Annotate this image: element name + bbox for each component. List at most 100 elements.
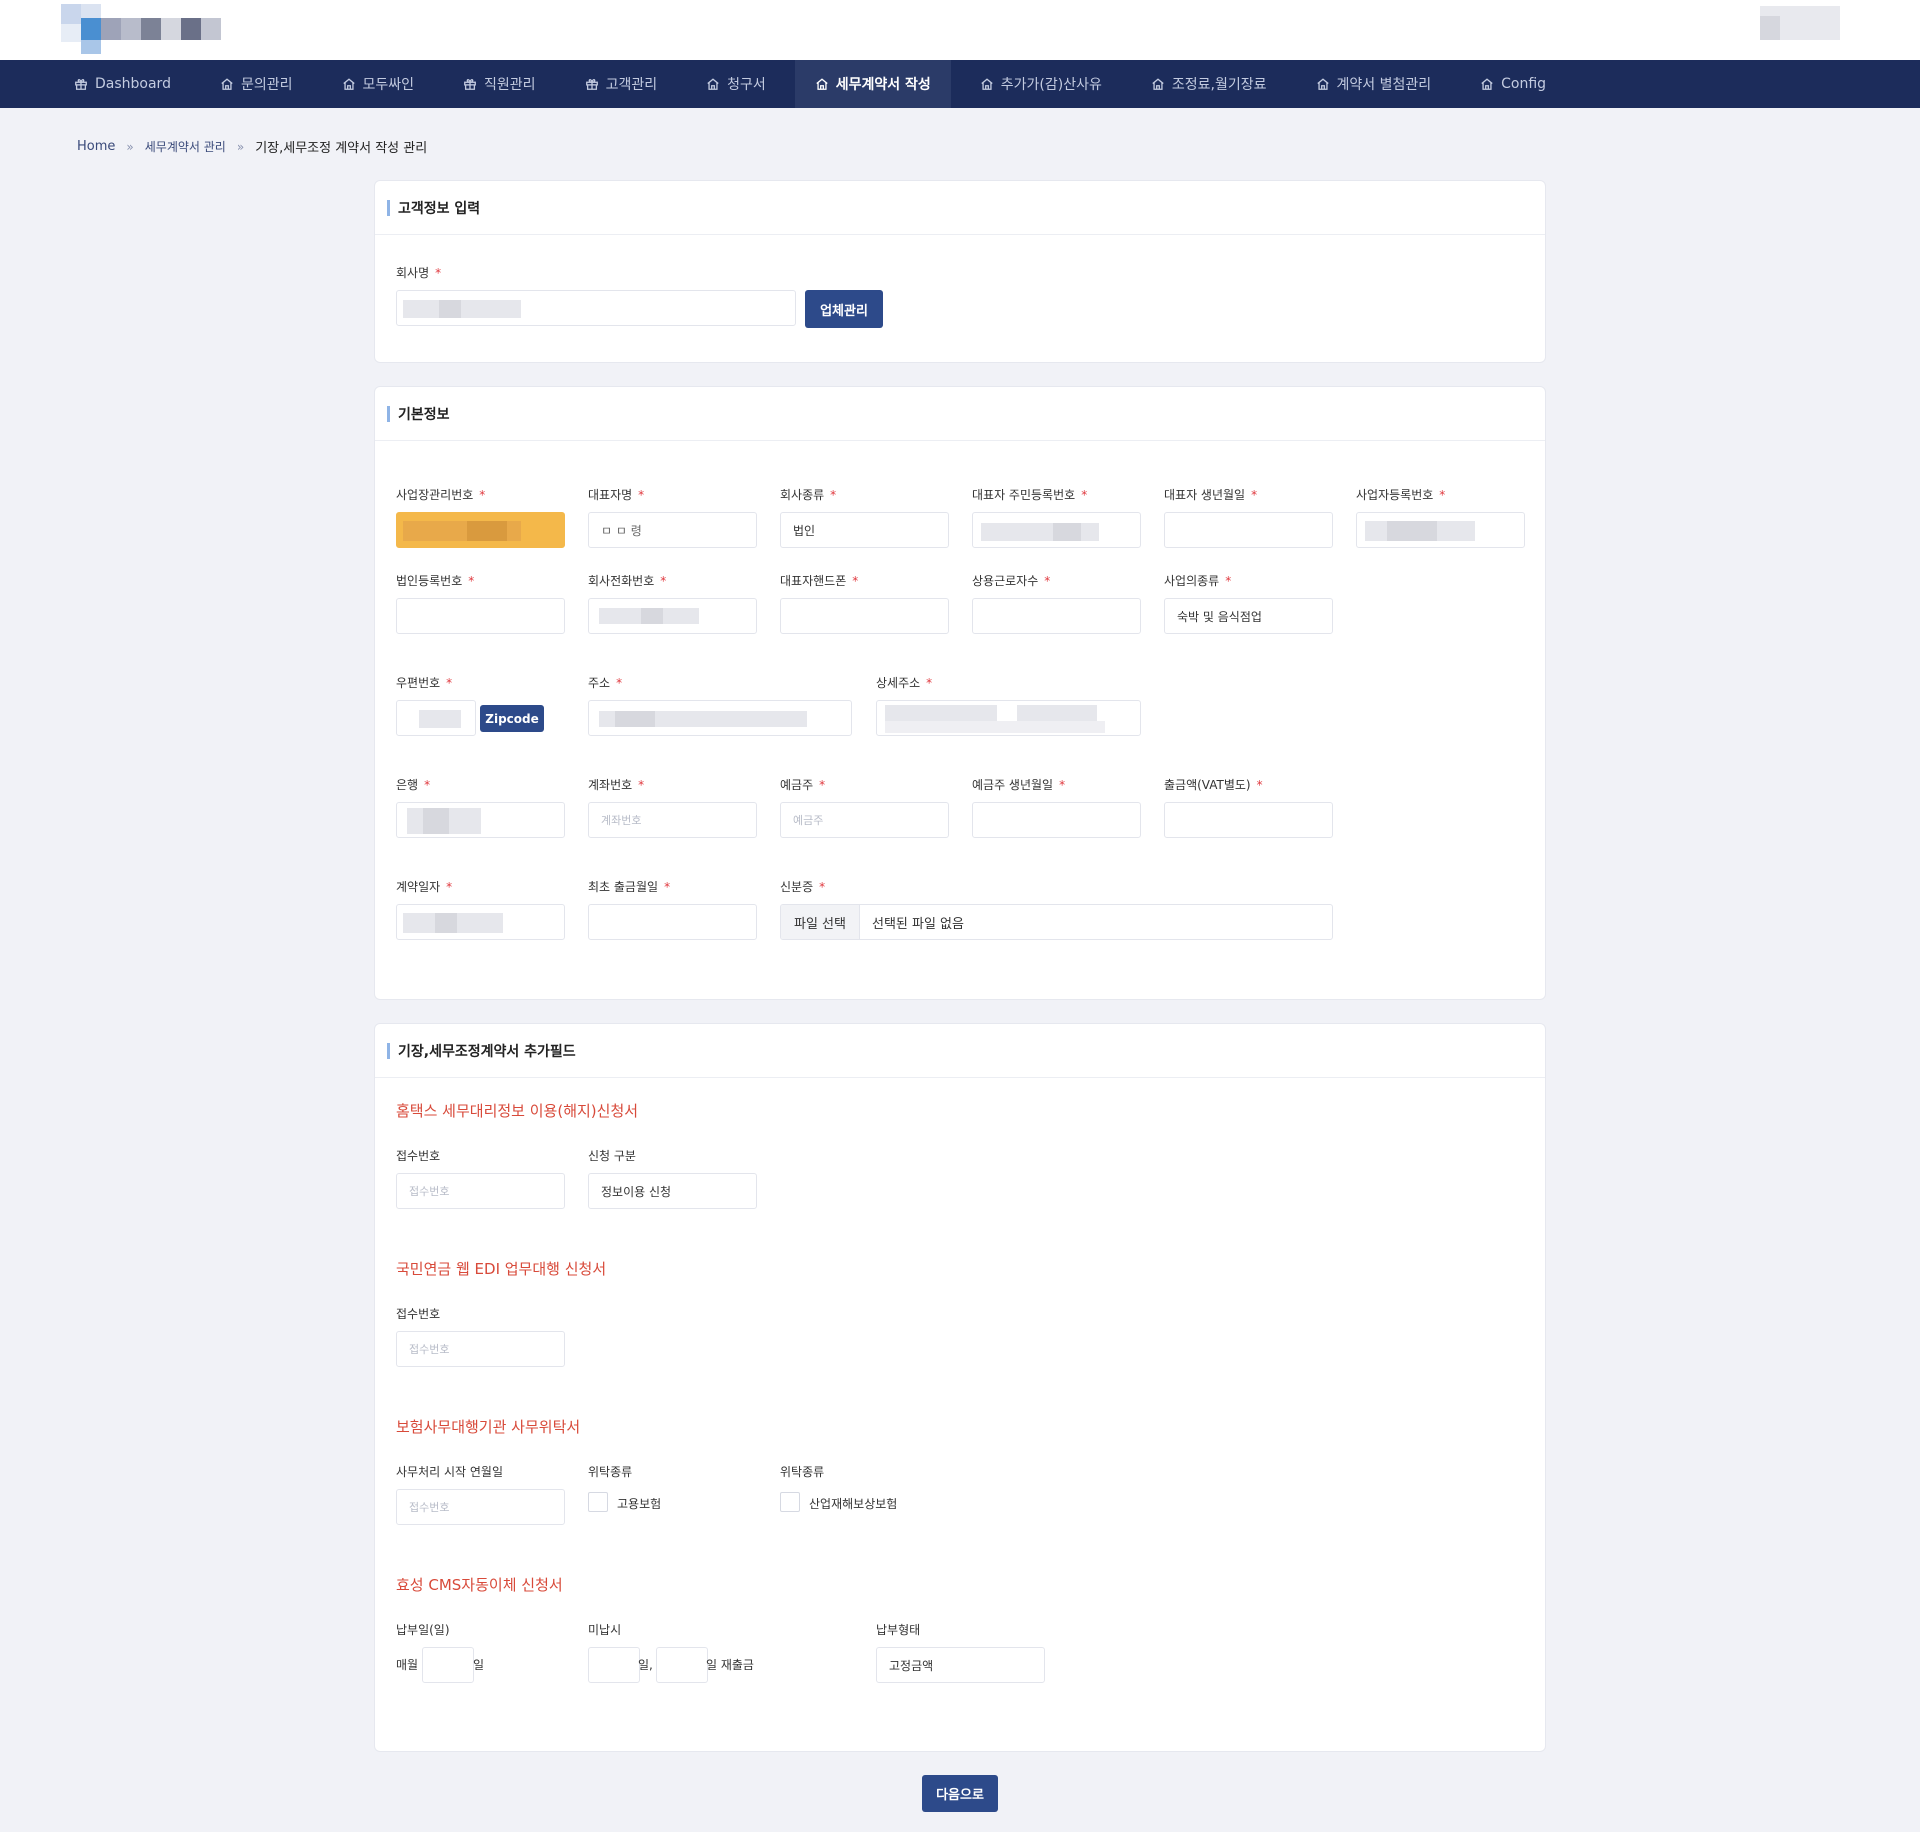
withdraw-amount-input[interactable]	[1164, 802, 1333, 838]
insurance-start-label: 사무처리 시작 연월일	[396, 1465, 503, 1479]
employees-input[interactable]	[972, 598, 1141, 634]
hometax-section-title: 홈택스 세무대리정보 이용(해지)신청서	[396, 1102, 639, 1120]
employment-insurance-checkbox[interactable]	[588, 1492, 608, 1512]
nav-item-modusign[interactable]: 모두싸인	[322, 60, 435, 108]
account-no-label: 계좌번호 *	[588, 778, 645, 792]
insurance-type-label: 위탁종류	[588, 1465, 633, 1479]
home-icon	[342, 77, 356, 91]
card-header: 기장,세무조정계약서 추가필드	[375, 1024, 1545, 1078]
nav-item-label: 세무계약서 작성	[835, 77, 931, 93]
nav-item-customer[interactable]: 고객관리	[565, 60, 678, 108]
unpaid-day-input-2[interactable]	[656, 1647, 708, 1683]
cms-payday-label: 납부일(일)	[396, 1623, 450, 1637]
manage-company-button[interactable]: 업체관리	[805, 290, 883, 328]
nav-item-label: 문의관리	[240, 77, 293, 93]
card-title: 기본정보	[398, 406, 450, 423]
address-detail-input[interactable]	[876, 700, 1141, 736]
ceo-mobile-input[interactable]	[780, 598, 949, 634]
breadcrumb: Home » 세무계약서 관리 » 기장,세무조정 계약서 작성 관리	[77, 137, 427, 156]
insurance-start-input[interactable]: 접수번호	[396, 1489, 565, 1525]
id-card-file-input[interactable]: 파일 선택 선택된 파일 없음	[780, 904, 1333, 940]
user-avatar[interactable]	[1760, 6, 1840, 40]
cms-unpaid-label: 미납시	[588, 1623, 622, 1637]
ceo-birth-label: 대표자 생년월일 *	[1164, 488, 1258, 502]
breadcrumb-home[interactable]: Home	[77, 139, 115, 154]
pay-type-select[interactable]: 고정금액	[876, 1647, 1045, 1683]
day-text: 일	[473, 1658, 485, 1672]
nav-item-label: 조정료,월기장료	[1171, 77, 1267, 93]
header-accent-bar	[387, 405, 390, 422]
nav-item-inquiry[interactable]: 문의관리	[200, 60, 313, 108]
breadcrumb-tax-contract[interactable]: 세무계약서 관리	[145, 138, 226, 155]
insurance-type-label: 위탁종류	[780, 1465, 825, 1479]
company-phone-input[interactable]	[588, 598, 757, 634]
address-input[interactable]	[588, 700, 852, 736]
biz-mgmt-no-input[interactable]	[396, 512, 565, 548]
nav-item-adjust-reason[interactable]: 추가가(감)산사유	[960, 60, 1122, 108]
nav-item-dashboard[interactable]: Dashboard	[54, 60, 191, 108]
gift-icon	[74, 77, 88, 91]
next-button[interactable]: 다음으로	[922, 1775, 998, 1812]
insurance-section-title: 보험사무대행기관 사무위탁서	[396, 1418, 581, 1436]
nav-item-label: 고객관리	[605, 77, 658, 93]
file-select-button[interactable]: 파일 선택	[781, 905, 860, 939]
company-type-input[interactable]: 법인	[780, 512, 949, 548]
card-header: 기본정보	[375, 387, 1545, 441]
depositor-input[interactable]: 예금주	[780, 802, 949, 838]
nav-item-attachments[interactable]: 계약서 별첨관리	[1296, 60, 1452, 108]
bank-input[interactable]	[396, 802, 565, 838]
file-status-text: 선택된 파일 없음	[871, 916, 964, 932]
depositor-label: 예금주 *	[780, 778, 826, 792]
industrial-insurance-label: 산업재해보상보험	[809, 1497, 898, 1511]
contract-date-label: 계약일자 *	[396, 880, 453, 894]
biz-mgmt-no-label: 사업장관리번호 *	[396, 488, 486, 502]
logo[interactable]	[61, 4, 221, 54]
ceo-birth-input[interactable]	[1164, 512, 1333, 548]
hometax-apply-type-label: 신청 구분	[588, 1149, 636, 1163]
depositor-birth-input[interactable]	[972, 802, 1141, 838]
ceo-name-label: 대표자명 *	[588, 488, 645, 502]
card-title: 고객정보 입력	[398, 200, 481, 217]
breadcrumb-current: 기장,세무조정 계약서 작성 관리	[255, 141, 428, 156]
corp-reg-no-input[interactable]	[396, 598, 565, 634]
breadcrumb-separator: »	[126, 139, 134, 154]
nav-item-invoice[interactable]: 청구서	[686, 60, 786, 108]
ceo-name-input[interactable]: ㅁ ㅁ 령	[588, 512, 757, 548]
hometax-receipt-label: 접수번호	[396, 1149, 441, 1163]
cms-pay-type-label: 납부형태	[876, 1623, 921, 1637]
company-name-input[interactable]	[396, 290, 796, 326]
cms-section-title: 효성 CMS자동이체 신청서	[396, 1576, 563, 1594]
industrial-insurance-checkbox[interactable]	[780, 1492, 800, 1512]
nav-item-tax-contract[interactable]: 세무계약서 작성	[794, 60, 951, 108]
corp-reg-no-label: 법인등록번호 *	[396, 574, 475, 588]
nav-item-label: Config	[1501, 76, 1547, 92]
zipcode-button[interactable]: Zipcode	[480, 705, 544, 732]
bank-label: 은행 *	[396, 778, 431, 792]
nav-item-label: 직원관리	[484, 77, 536, 93]
biz-category-input[interactable]: 숙박 및 음식점업	[1164, 598, 1333, 634]
hometax-receipt-input[interactable]: 접수번호	[396, 1173, 565, 1209]
payday-input[interactable]	[422, 1647, 474, 1683]
first-withdraw-input[interactable]	[588, 904, 757, 940]
zipcode-input[interactable]	[396, 700, 476, 736]
hometax-apply-type-select[interactable]: 정보이용 신청	[588, 1173, 757, 1209]
employees-label: 상용근로자수 *	[972, 574, 1051, 588]
nav-item-staff[interactable]: 직원관리	[443, 60, 556, 108]
biz-reg-no-input[interactable]	[1356, 512, 1525, 548]
home-icon	[706, 77, 720, 91]
biz-category-label: 사업의종류 *	[1164, 574, 1232, 588]
nav-item-label: Dashboard	[95, 76, 171, 92]
unpaid-day-input-1[interactable]	[588, 1647, 640, 1683]
home-icon	[1316, 77, 1330, 91]
nav-item-fees[interactable]: 조정료,월기장료	[1131, 60, 1287, 108]
account-no-input[interactable]: 계좌번호	[588, 802, 757, 838]
contract-date-input[interactable]	[396, 904, 565, 940]
nav-item-config[interactable]: Config	[1460, 60, 1566, 108]
address-label: 주소 *	[588, 676, 623, 690]
depositor-birth-label: 예금주 생년월일 *	[972, 778, 1066, 792]
ceo-rrn-input[interactable]	[972, 512, 1141, 548]
card-header: 고객정보 입력	[375, 181, 1545, 235]
company-name-label: 회사명 *	[396, 266, 442, 280]
main-navbar: Dashboard 문의관리 모두싸인 직원관리 고객관리 청구서 세무계약서 작성 추가가(…	[0, 60, 1920, 108]
pension-receipt-input[interactable]: 접수번호	[396, 1331, 565, 1367]
